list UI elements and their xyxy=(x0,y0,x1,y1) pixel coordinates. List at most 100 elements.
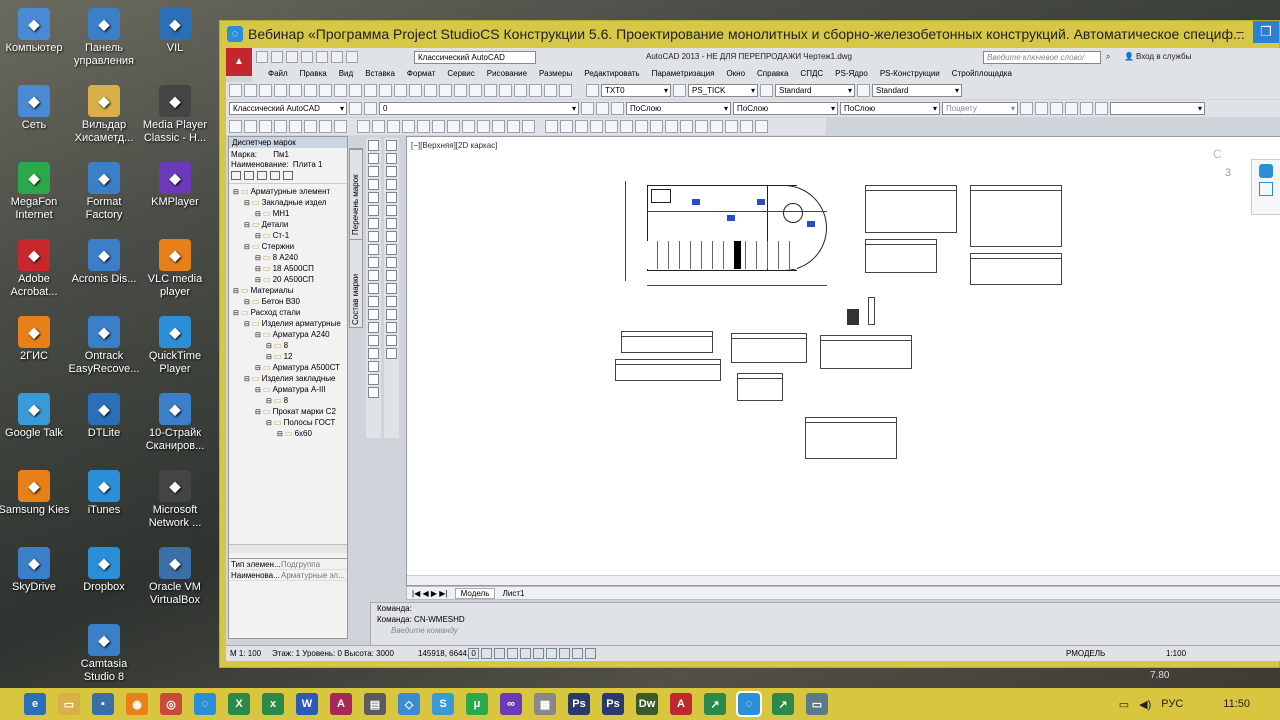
new-icon[interactable] xyxy=(229,84,242,97)
ps-tool-6-icon[interactable] xyxy=(304,120,317,133)
save-taskbar-icon[interactable]: ▪ xyxy=(92,693,114,715)
skype-icon[interactable]: S xyxy=(432,693,454,715)
polar-toggle-icon[interactable] xyxy=(507,648,518,659)
ps-tool-32-icon[interactable] xyxy=(710,120,723,133)
tab-model[interactable]: Модель xyxy=(454,588,496,599)
mirror-tool-icon[interactable] xyxy=(386,166,397,177)
add-selected-icon[interactable] xyxy=(368,387,379,398)
hatch-tool-icon[interactable] xyxy=(368,322,379,333)
settings-icon[interactable] xyxy=(349,102,362,115)
expander-icon[interactable]: ⊟ xyxy=(244,299,252,306)
menu-item[interactable]: Вид xyxy=(333,66,359,82)
plotstyle-select[interactable]: Поцвету xyxy=(942,102,1018,115)
ps-tool-19-icon[interactable] xyxy=(507,120,520,133)
design-center-icon[interactable] xyxy=(484,84,497,97)
menu-item[interactable]: PS-Ядро xyxy=(829,66,874,82)
xline-tool-icon[interactable] xyxy=(368,153,379,164)
erase-tool-icon[interactable] xyxy=(386,140,397,151)
desktop-icon[interactable]: ◆ DTLite xyxy=(68,393,140,440)
mark-value[interactable]: Пм1 xyxy=(273,150,289,159)
zoom-window-icon[interactable] xyxy=(439,84,452,97)
zoom-extents-icon[interactable] xyxy=(1035,102,1048,115)
visual-style-icon[interactable] xyxy=(1080,102,1093,115)
layer-select[interactable]: 0 xyxy=(379,102,579,115)
ps-tool-34-icon[interactable] xyxy=(740,120,753,133)
redo-tb-icon[interactable] xyxy=(394,84,407,97)
mleader-style-select[interactable]: Standard xyxy=(872,84,962,97)
dreamweaver-icon[interactable]: Dw xyxy=(636,693,658,715)
tree-node[interactable]: ⊟ ▭ Арматура А500СТ xyxy=(229,362,347,373)
expander-icon[interactable]: ⊟ xyxy=(255,387,263,394)
taskbar-app-icon[interactable]: ◌ xyxy=(194,693,216,715)
zoom-prev-icon[interactable] xyxy=(454,84,467,97)
tree-node[interactable]: ⊟ ▭ Закладные издел xyxy=(229,197,347,208)
paste-icon[interactable] xyxy=(349,84,362,97)
h-scrollbar[interactable] xyxy=(407,575,1280,585)
virtualbox-taskbar-icon[interactable]: ◇ xyxy=(398,693,420,715)
view-select[interactable] xyxy=(1110,102,1205,115)
ps-tool-22-icon[interactable] xyxy=(560,120,573,133)
menu-item[interactable]: Размеры xyxy=(533,66,578,82)
ps-tool-7-icon[interactable] xyxy=(319,120,332,133)
desktop-icon[interactable]: ◆ Adobe Acrobat... xyxy=(0,239,70,299)
excel-2-icon[interactable]: x xyxy=(262,693,284,715)
ps-tool-2-icon[interactable] xyxy=(244,120,257,133)
ps-tool-25-icon[interactable] xyxy=(605,120,618,133)
ps-tool-23-icon[interactable] xyxy=(575,120,588,133)
point-tool-icon[interactable] xyxy=(368,309,379,320)
tab-layout1[interactable]: Лист1 xyxy=(498,589,530,598)
expander-icon[interactable]: ⊟ xyxy=(255,365,263,372)
language-indicator[interactable]: РУС xyxy=(1161,698,1183,710)
ps-tool-1-icon[interactable] xyxy=(229,120,242,133)
table-style-icon[interactable] xyxy=(760,84,773,97)
dyn-toggle-icon[interactable] xyxy=(559,648,570,659)
utorrent-icon[interactable]: μ xyxy=(466,693,488,715)
panel-tool-5-icon[interactable] xyxy=(283,171,293,180)
ps-tool-15-icon[interactable] xyxy=(447,120,460,133)
command-input[interactable]: Введите команду xyxy=(371,625,1280,636)
view-icon[interactable] xyxy=(1065,102,1078,115)
tree-node[interactable]: ⊟ ▭ Полосы ГОСТ xyxy=(229,417,347,428)
layer-iso-icon[interactable] xyxy=(611,102,624,115)
lwt-toggle-icon[interactable] xyxy=(572,648,583,659)
property-value[interactable]: Арматурные эл... xyxy=(281,570,345,580)
expander-icon[interactable]: ⊟ xyxy=(266,343,274,350)
restore-button[interactable]: ❐ xyxy=(1253,21,1279,43)
saveas-icon[interactable] xyxy=(301,51,313,63)
panel-tool-1-icon[interactable] xyxy=(231,171,241,180)
project-icon[interactable]: ↗ xyxy=(704,693,726,715)
undo-tb-icon[interactable] xyxy=(379,84,392,97)
copy-icon[interactable] xyxy=(334,84,347,97)
expander-icon[interactable]: ⊟ xyxy=(233,288,241,295)
desktop-icon[interactable]: ◆ MegaFon Internet xyxy=(0,162,70,222)
tab-nav-buttons[interactable]: |◀ ◀ ▶ ▶| xyxy=(407,589,452,598)
ducs-toggle-icon[interactable] xyxy=(546,648,557,659)
markup-icon[interactable] xyxy=(529,84,542,97)
ps-tool-29-icon[interactable] xyxy=(665,120,678,133)
ps-tool-33-icon[interactable] xyxy=(725,120,738,133)
dim-style-icon[interactable] xyxy=(673,84,686,97)
tree-node[interactable]: ⊟ ▭ 12 xyxy=(229,351,347,362)
expander-icon[interactable]: ⊟ xyxy=(255,332,263,339)
mleader-style-icon[interactable] xyxy=(857,84,870,97)
join-tool-icon[interactable] xyxy=(386,296,397,307)
publish-icon[interactable] xyxy=(304,84,317,97)
ellipse-arc-tool-icon[interactable] xyxy=(368,270,379,281)
pan-icon[interactable] xyxy=(409,84,422,97)
layer-prev-icon[interactable] xyxy=(581,102,594,115)
save-icon[interactable] xyxy=(286,51,298,63)
array-tool-icon[interactable] xyxy=(386,192,397,203)
desktop-icon[interactable]: ◆ SkyDrive xyxy=(0,547,70,594)
blend-tool-icon[interactable] xyxy=(386,335,397,346)
chamfer-tool-icon[interactable] xyxy=(386,309,397,320)
search-icon[interactable]: ⌕ xyxy=(1106,48,1110,66)
name-value[interactable]: Плита 1 xyxy=(293,160,323,169)
match-icon[interactable] xyxy=(364,84,377,97)
model-space-button[interactable]: РМОДЕЛЬ xyxy=(1066,646,1105,661)
expander-icon[interactable]: ⊟ xyxy=(244,222,252,229)
tree-node[interactable]: ⊟ ▭ МН1 xyxy=(229,208,347,219)
text-style-icon[interactable] xyxy=(586,84,599,97)
ps-tool-5-icon[interactable] xyxy=(289,120,302,133)
ps-tool-8-icon[interactable] xyxy=(334,120,347,133)
ps-tool-9-icon[interactable] xyxy=(357,120,370,133)
